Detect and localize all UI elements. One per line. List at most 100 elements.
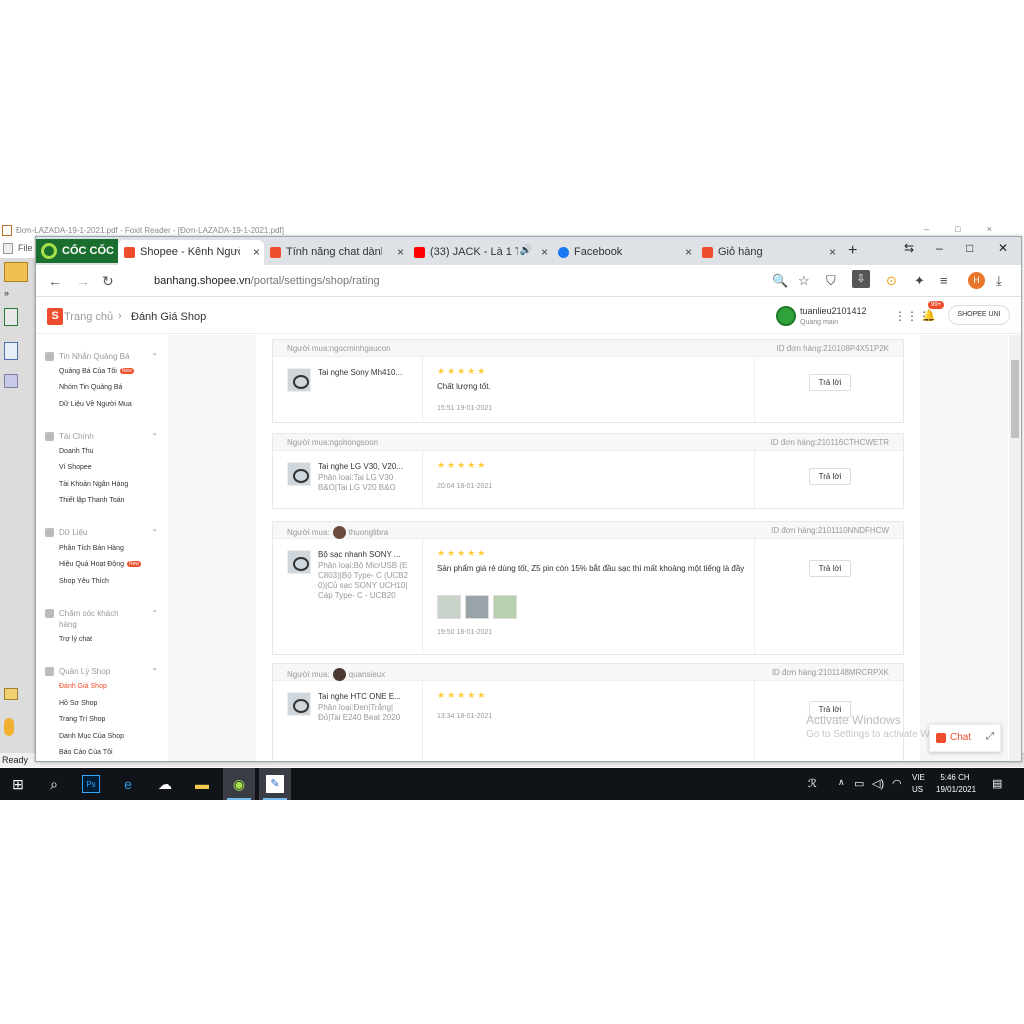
close-tab-icon[interactable]: × (397, 245, 404, 259)
page-icon[interactable] (4, 308, 18, 326)
comment-icon[interactable] (4, 688, 18, 700)
close-tab-icon[interactable]: × (685, 245, 692, 259)
close-tab-icon[interactable]: × (541, 245, 548, 259)
double-chevron-icon[interactable]: » (4, 288, 28, 308)
sidebar-item-shop-profile[interactable]: Hồ Sơ Shop (59, 700, 97, 707)
tab-facebook[interactable]: Facebook × (552, 240, 696, 265)
windows-start-icon[interactable]: ⊞ (9, 775, 27, 793)
reply-button[interactable]: Trả lời (809, 374, 851, 391)
shopee-uni-button[interactable]: SHOPEE UNI (948, 305, 1010, 325)
downloads-icon[interactable]: ⤓ (996, 273, 1002, 289)
address-bar[interactable]: banhang.shopee.vn/portal/settings/shop/r… (144, 269, 854, 293)
battery-icon[interactable]: ▭ (854, 777, 864, 790)
foxit-window-controls[interactable]: –□× (924, 224, 1018, 234)
sidebar-item-promo-groups[interactable]: Nhóm Tin Quảng Bá (59, 384, 122, 391)
product-name[interactable]: Tai nghe Sony Mh410... (318, 368, 413, 377)
review-photo[interactable] (437, 595, 461, 619)
sidebar-section-shop-management[interactable]: Quản Lý Shop ⌃ (59, 666, 158, 677)
review-photo[interactable] (465, 595, 489, 619)
input-language[interactable]: VIE US (912, 772, 925, 796)
sidebar-item-shop-decoration[interactable]: Trang Trí Shop (59, 716, 105, 723)
sidebar-item-shop-rating[interactable]: Đánh Giá Shop (59, 683, 107, 690)
avatar[interactable] (776, 306, 796, 326)
expand-icon[interactable]: ⤢ (986, 731, 994, 742)
notifications-icon[interactable]: ▤ (992, 777, 1002, 790)
review-photo[interactable] (493, 595, 517, 619)
sidebar-item-sales-analysis[interactable]: Phân Tích Bán Hàng (59, 545, 124, 552)
people-icon[interactable]: ℛ (808, 777, 817, 790)
sidebar-item-revenue[interactable]: Doanh Thu (59, 448, 94, 455)
bookmark-star-icon[interactable]: ☆ (798, 273, 810, 289)
sidebar-section-data[interactable]: Dữ Liệu ⌃ (59, 527, 158, 538)
product-thumbnail[interactable] (287, 550, 311, 574)
order-id[interactable]: ID đơn hàng:2101110NNDFHCW (771, 526, 889, 535)
bell-icon[interactable]: 🔔 (922, 309, 936, 322)
coccoc-menu-button[interactable]: CỐC CỐC (36, 239, 118, 263)
sidebar-section-promo-messages[interactable]: Tin Nhắn Quảng Bá ⌃ (59, 351, 158, 362)
close-tab-icon[interactable]: × (253, 245, 260, 259)
foxit-menu-file[interactable]: File (0, 240, 36, 258)
order-id[interactable]: ID đơn hàng:2101148MRCRPXK (772, 668, 889, 677)
alert-icon[interactable]: ⊙ (886, 273, 897, 289)
scrollbar-thumb[interactable] (1011, 360, 1019, 438)
sidebar-item-bank-account[interactable]: Tài Khoản Ngân Hàng (59, 481, 128, 488)
buyer-name[interactable]: ngohongsoon (330, 438, 379, 447)
sidebar-item-chat-assistant[interactable]: Trợ lý chat (59, 636, 92, 643)
shopee-logo-icon[interactable]: S (47, 308, 63, 325)
shield-icon[interactable]: ⛉ (826, 273, 836, 289)
extensions-icon[interactable]: ✦ (914, 273, 925, 289)
back-icon[interactable]: ← (48, 273, 62, 289)
tab-cart[interactable]: Giỏ hàng × (696, 240, 840, 265)
product-thumbnail[interactable] (287, 692, 311, 716)
profile-avatar[interactable]: H (968, 272, 985, 289)
sidebar-item-buyer-data[interactable]: Dữ Liệu Về Người Mua (59, 401, 132, 408)
wifi-icon[interactable]: ◠ (892, 777, 902, 790)
sidebar-item-favorite-shops[interactable]: Shop Yêu Thích (59, 578, 109, 585)
tab-shopee-seller[interactable]: Shopee - Kênh Người Bán × (118, 240, 264, 265)
sidebar-item-performance[interactable]: Hiệu Quả Hoạt Động New (59, 561, 141, 568)
sidebar-item-payment-settings[interactable]: Thiết lập Thanh Toán (59, 497, 125, 504)
media-list-icon[interactable]: ≡ (940, 273, 948, 288)
review-product[interactable]: Tai nghe Sony Mh410... (273, 357, 423, 423)
close-window-icon[interactable]: ✕ (998, 241, 1008, 255)
layers-icon[interactable] (4, 374, 18, 388)
folder-icon[interactable] (4, 262, 28, 282)
breadcrumb-home[interactable]: Trang chủ (64, 311, 113, 323)
order-id[interactable]: ID đơn hàng:210108P4X51P2K (777, 344, 889, 353)
username[interactable]: tuanlieu2101412 (800, 306, 867, 316)
chat-button[interactable]: Chat ⤢ (929, 724, 1001, 752)
file-explorer-icon[interactable]: ▬ (193, 775, 211, 793)
buyer-name[interactable]: quansieux (349, 670, 385, 679)
tab-youtube[interactable]: (33) JACK - Là 1 Thằng 🔊 × (408, 240, 552, 265)
pages-icon[interactable] (4, 342, 18, 360)
minimize-icon[interactable]: – (936, 241, 943, 255)
reload-icon[interactable]: ↻ (102, 273, 114, 290)
attachment-icon[interactable] (4, 718, 14, 736)
review-product[interactable]: Tai nghe LG V30, V20... Phân loại:Tai LG… (273, 451, 423, 509)
zoom-icon[interactable]: 🔍 (772, 273, 788, 289)
product-name[interactable]: Bộ sạc nhanh SONY ... (318, 550, 413, 559)
page-scrollbar[interactable] (1009, 335, 1021, 761)
product-thumbnail[interactable] (287, 462, 311, 486)
sidebar-item-shop-categories[interactable]: Danh Mục Của Shop (59, 733, 124, 740)
product-name[interactable]: Tai nghe LG V30, V20... (318, 462, 413, 471)
product-name[interactable]: Tai nghe HTC ONE E... (318, 692, 413, 701)
download-page-icon[interactable]: ⇩ (852, 270, 870, 288)
cloud-app-icon[interactable]: ☁ (156, 775, 174, 793)
maximize-icon[interactable]: □ (966, 241, 973, 255)
volume-icon[interactable]: ◁) (872, 777, 884, 790)
reply-button[interactable]: Trả lời (809, 468, 851, 485)
product-thumbnail[interactable] (287, 368, 311, 392)
photoshop-icon[interactable]: Ps (82, 775, 100, 793)
new-tab-icon[interactable]: + (848, 242, 857, 260)
buyer-name[interactable]: thuonglibra (349, 528, 389, 537)
order-id[interactable]: ID đơn hàng:210116CTHCWETR (771, 438, 889, 447)
search-icon[interactable]: ⌕ (45, 775, 63, 793)
sidebar-item-shopee-wallet[interactable]: Ví Shopee (59, 464, 92, 471)
reply-button[interactable]: Trả lời (809, 560, 851, 577)
forward-icon[interactable]: → (76, 273, 90, 289)
buyer-name[interactable]: ngocminhgaucon (330, 344, 391, 353)
tab-search-icon[interactable]: ⇆ (904, 241, 914, 255)
system-clock[interactable]: 5:46 CH 19/01/2021 (936, 772, 976, 796)
review-product[interactable]: Tai nghe HTC ONE E... Phân loại:Đen|Trắn… (273, 681, 423, 761)
